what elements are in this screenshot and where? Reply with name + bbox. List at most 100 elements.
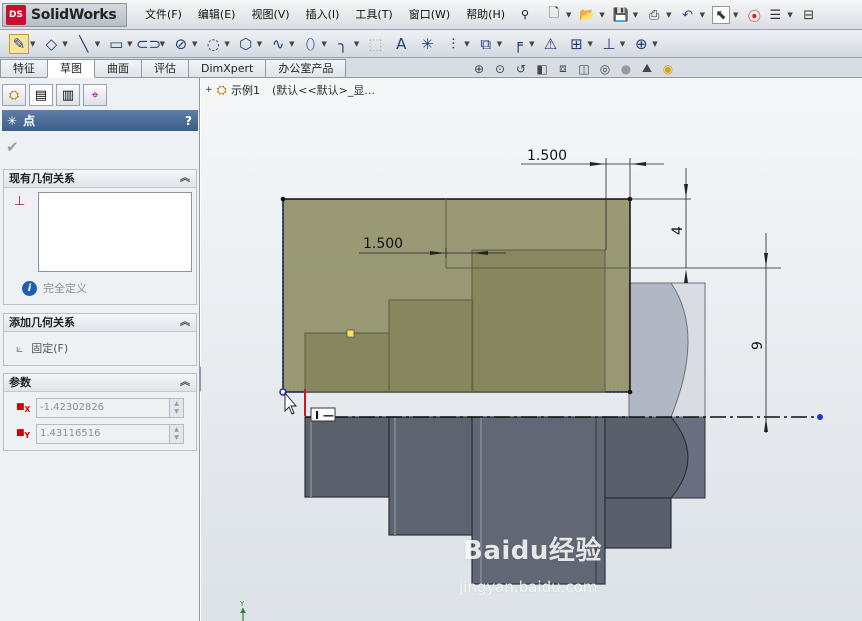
mirror-icon: ⫶ xyxy=(451,34,456,53)
new-icon[interactable]: 🗋 xyxy=(545,6,563,24)
chevron-down-icon[interactable]: ▼ xyxy=(566,11,571,19)
part-icon: ⛭ xyxy=(216,82,227,98)
existing-relations-header[interactable]: 现有几何关系 ︽ xyxy=(4,170,196,188)
configuration-manager-icon[interactable]: ▥ xyxy=(56,84,80,106)
chevron-down-icon[interactable]: ▼ xyxy=(787,11,792,19)
plane-tool[interactable]: ⬚ xyxy=(365,34,385,54)
ok-button[interactable]: ✔ xyxy=(6,138,19,156)
circle-tool[interactable]: ⊘ ▼ xyxy=(171,34,198,54)
graphics-area[interactable]: I — 1.500 1.500 4 9 Y + ⛭ 示例1 (默认<<默认>_显… xyxy=(201,78,862,621)
dimxpert-manager-icon[interactable]: ⌖ xyxy=(83,84,107,106)
tab-features[interactable]: 特征 xyxy=(0,59,48,77)
existing-relations-title: 现有几何关系 xyxy=(9,172,75,185)
dimension-top-value: 1.500 xyxy=(527,148,567,164)
chevron-down-icon: ▼ xyxy=(289,39,295,48)
step-2-lower xyxy=(388,416,474,536)
chevron-down-icon[interactable]: ▼ xyxy=(733,11,738,19)
y-coordinate-row: ■Y 1.43116516 ▲ ▼ xyxy=(16,424,184,444)
tab-surfaces[interactable]: 曲面 xyxy=(94,59,142,77)
appearance-icon[interactable]: ● xyxy=(617,62,635,76)
tab-dimxpert[interactable]: DimXpert xyxy=(188,59,267,77)
pattern-tool[interactable]: ⊞ ▼ xyxy=(566,34,593,54)
x-spinner[interactable]: ▲ ▼ xyxy=(170,398,184,418)
zoom-area-icon[interactable]: ⊙ xyxy=(491,62,509,76)
slot-tool[interactable]: ⊂⊃ ▼ xyxy=(136,34,165,54)
relations-tool[interactable]: ⊥ ▼ xyxy=(599,34,625,54)
relations-list[interactable] xyxy=(38,192,192,272)
options-icon[interactable]: ☰ xyxy=(766,6,784,24)
undo-icon[interactable]: ↶ xyxy=(679,6,697,24)
mirror-tool[interactable]: ⫶ ▼ xyxy=(443,34,469,54)
pin-icon[interactable]: ⚲ xyxy=(513,0,537,30)
x-coordinate-field[interactable]: -1.42302826 xyxy=(36,398,170,418)
step-1-lower xyxy=(304,416,390,498)
point-tool[interactable]: ✳ xyxy=(417,34,437,54)
chevron-down-icon: ▼ xyxy=(191,39,198,48)
offset-tool[interactable]: ⧉ ▼ xyxy=(476,34,502,54)
arc-tool[interactable]: ◌ ▼ xyxy=(203,34,230,54)
hide-show-icon[interactable]: ◎ xyxy=(596,62,614,76)
tab-evaluate[interactable]: 评估 xyxy=(141,59,189,77)
feature-tree-flyout[interactable]: + ⛭ 示例1 (默认<<默认>_显... xyxy=(205,82,375,98)
menu-file[interactable]: 文件(F) xyxy=(137,0,190,30)
dimension-vertical-large[interactable]: 9 xyxy=(750,233,768,433)
rebuild-icon[interactable]: ⊟ xyxy=(800,6,818,24)
chevron-down-icon[interactable]: ▼ xyxy=(700,11,705,19)
trim-tool[interactable]: ╒ ▼ xyxy=(508,34,535,54)
display-style-icon[interactable]: ◫ xyxy=(575,62,593,76)
expand-icon[interactable]: + xyxy=(205,85,213,95)
dimension-vertical-small[interactable]: 4 xyxy=(630,168,781,283)
y-coordinate-field[interactable]: 1.43116516 xyxy=(36,424,170,444)
line-tool[interactable]: ╲ ▼ xyxy=(74,34,100,54)
save-icon[interactable]: 💾 xyxy=(612,6,630,24)
open-icon[interactable]: 📂 xyxy=(578,6,596,24)
property-manager-icon[interactable]: ▤ xyxy=(29,84,53,106)
menu-insert[interactable]: 插入(I) xyxy=(298,0,348,30)
menu-edit[interactable]: 编辑(E) xyxy=(190,0,244,30)
chevron-down-icon: ▼ xyxy=(321,39,327,48)
scene-icon[interactable]: ⛰ xyxy=(638,61,656,76)
centerline-endpoint[interactable] xyxy=(817,414,823,420)
sketch-tool[interactable]: ✎ ▼ xyxy=(9,33,35,54)
traffic-light-icon[interactable]: ⦿ xyxy=(745,6,763,25)
collapse-icon[interactable]: ︽ xyxy=(180,314,190,332)
chevron-down-icon[interactable]: ▼ xyxy=(666,11,671,19)
help-button[interactable]: ? xyxy=(185,114,192,128)
menu-window[interactable]: 窗口(W) xyxy=(401,0,458,30)
parameters-header[interactable]: 参数 ︽ xyxy=(4,374,196,392)
trim-icon: ╒ xyxy=(513,34,523,53)
menu-view[interactable]: 视图(V) xyxy=(243,0,297,30)
quick-snap-tool[interactable]: ⊕ ▼ xyxy=(631,34,658,54)
smart-dimension-tool[interactable]: ◇ ▼ xyxy=(41,34,68,54)
section-view-icon[interactable]: ◧ xyxy=(533,62,551,76)
fillet-tool[interactable]: ╮ ▼ xyxy=(333,34,359,54)
menu-tools[interactable]: 工具(T) xyxy=(347,0,400,30)
app-logo[interactable]: DS SolidWorks xyxy=(2,3,127,27)
chevron-down-icon[interactable]: ▼ xyxy=(599,11,604,19)
menu-help[interactable]: 帮助(H) xyxy=(458,0,513,30)
previous-view-icon[interactable]: ↺ xyxy=(512,62,530,76)
text-tool[interactable]: A xyxy=(391,34,411,54)
chevron-down-icon[interactable]: ▼ xyxy=(633,11,638,19)
view-settings-icon[interactable]: ◉ xyxy=(659,62,677,76)
feature-tree-icon[interactable]: ⛭ xyxy=(2,84,26,106)
tab-office[interactable]: 办公室产品 xyxy=(265,59,347,77)
print-icon[interactable]: ⎙ xyxy=(645,6,663,24)
sketch-vertex xyxy=(627,389,633,395)
dimension-vertical-small-value: 4 xyxy=(670,226,686,235)
tab-sketch[interactable]: 草图 xyxy=(47,59,95,78)
collapse-icon[interactable]: ︽ xyxy=(180,170,190,188)
chevron-down-icon: ▼ xyxy=(496,39,503,48)
polygon-tool[interactable]: ⬡ ▼ xyxy=(236,34,262,54)
collapse-icon[interactable]: ︽ xyxy=(180,374,190,392)
fix-relation-item[interactable]: ⟀ 固定(F) xyxy=(16,340,68,356)
spline-tool[interactable]: ∿ ▼ xyxy=(268,34,295,54)
rectangle-tool[interactable]: ▭ ▼ xyxy=(106,34,132,54)
select-icon[interactable]: ⬉ xyxy=(711,6,730,24)
y-spinner[interactable]: ▲ ▼ xyxy=(170,424,184,444)
view-orientation-icon[interactable]: ⧈ xyxy=(554,61,572,76)
add-relations-header[interactable]: 添加几何关系 ︽ xyxy=(4,314,196,332)
zoom-fit-icon[interactable]: ⊕ xyxy=(470,62,488,76)
repair-tool[interactable]: ⚠ xyxy=(540,34,560,54)
ellipse-tool[interactable]: ⬯ ▼ xyxy=(301,34,327,54)
